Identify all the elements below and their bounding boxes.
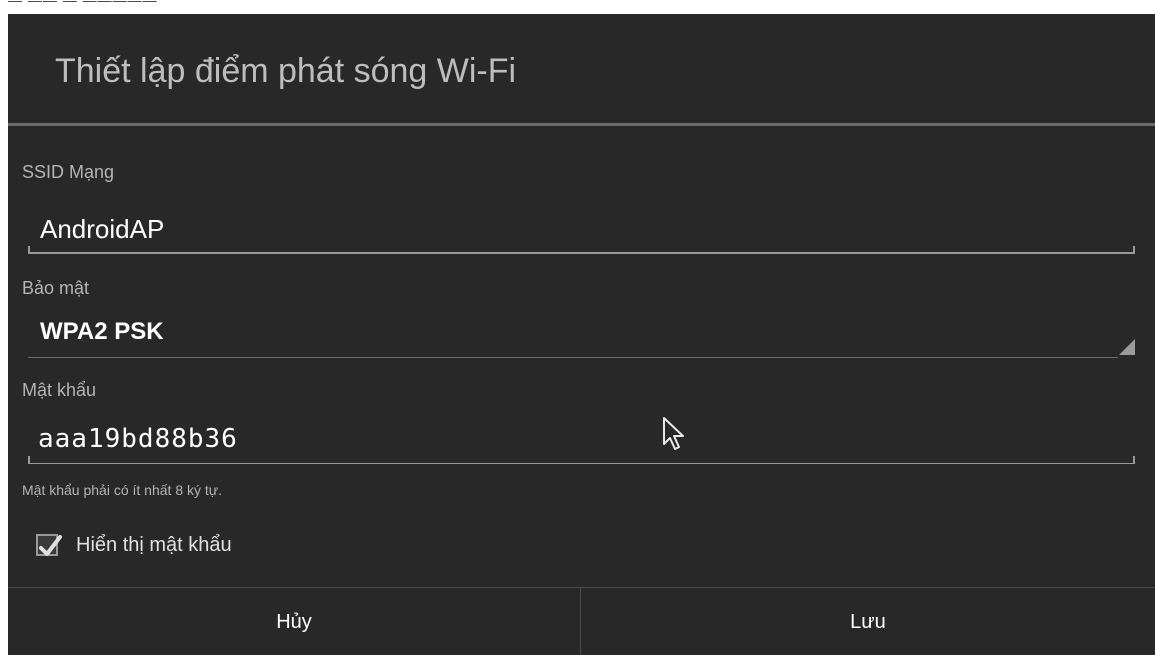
password-hint: Mật khẩu phải có ít nhất 8 ký tự. — [22, 482, 223, 498]
ssid-value: AndroidAP — [40, 214, 165, 244]
top-strip: — —— — ————— — [8, 0, 268, 14]
password-underline-right-tick — [1133, 456, 1135, 464]
screen: — —— — ————— Thiết lập điểm phát sóng Wi… — [0, 0, 1155, 655]
security-label: Bảo mật — [22, 278, 90, 298]
wifi-hotspot-dialog: Thiết lập điểm phát sóng Wi-Fi SSID Mạng… — [8, 14, 1155, 655]
security-value: WPA2 PSK — [40, 318, 164, 345]
show-password-label: Hiển thị mật khẩu — [76, 534, 232, 556]
save-button[interactable]: Lưu — [581, 588, 1155, 655]
dialog-title-bar: Thiết lập điểm phát sóng Wi-Fi — [8, 14, 1155, 126]
ssid-underline — [28, 252, 1135, 254]
password-value: aaa19bd88b36 — [38, 424, 238, 454]
ssid-underline-right-tick — [1133, 246, 1135, 254]
mouse-pointer-icon — [662, 416, 686, 456]
check-mark-icon — [39, 535, 62, 556]
password-label: Mật khẩu — [22, 380, 97, 400]
dialog-button-bar: Hủy Lưu — [8, 587, 1155, 655]
spinner-triangle-icon — [1119, 339, 1135, 355]
password-underline — [28, 463, 1135, 464]
top-strip-text: — —— — ————— — [8, 0, 158, 8]
show-password-checkbox[interactable] — [36, 534, 62, 556]
security-underline — [28, 357, 1118, 358]
ssid-label: SSID Mạng — [22, 162, 115, 182]
cancel-button[interactable]: Hủy — [8, 588, 580, 655]
title-divider — [8, 123, 1155, 126]
ssid-input[interactable]: AndroidAP — [28, 208, 1135, 254]
ssid-underline-left-tick — [28, 246, 30, 254]
password-underline-left-tick — [28, 456, 30, 464]
security-spinner[interactable]: WPA2 PSK — [28, 312, 1135, 358]
dialog-title: Thiết lập điểm phát sóng Wi-Fi — [55, 52, 517, 90]
password-input[interactable]: aaa19bd88b36 — [28, 418, 1135, 464]
